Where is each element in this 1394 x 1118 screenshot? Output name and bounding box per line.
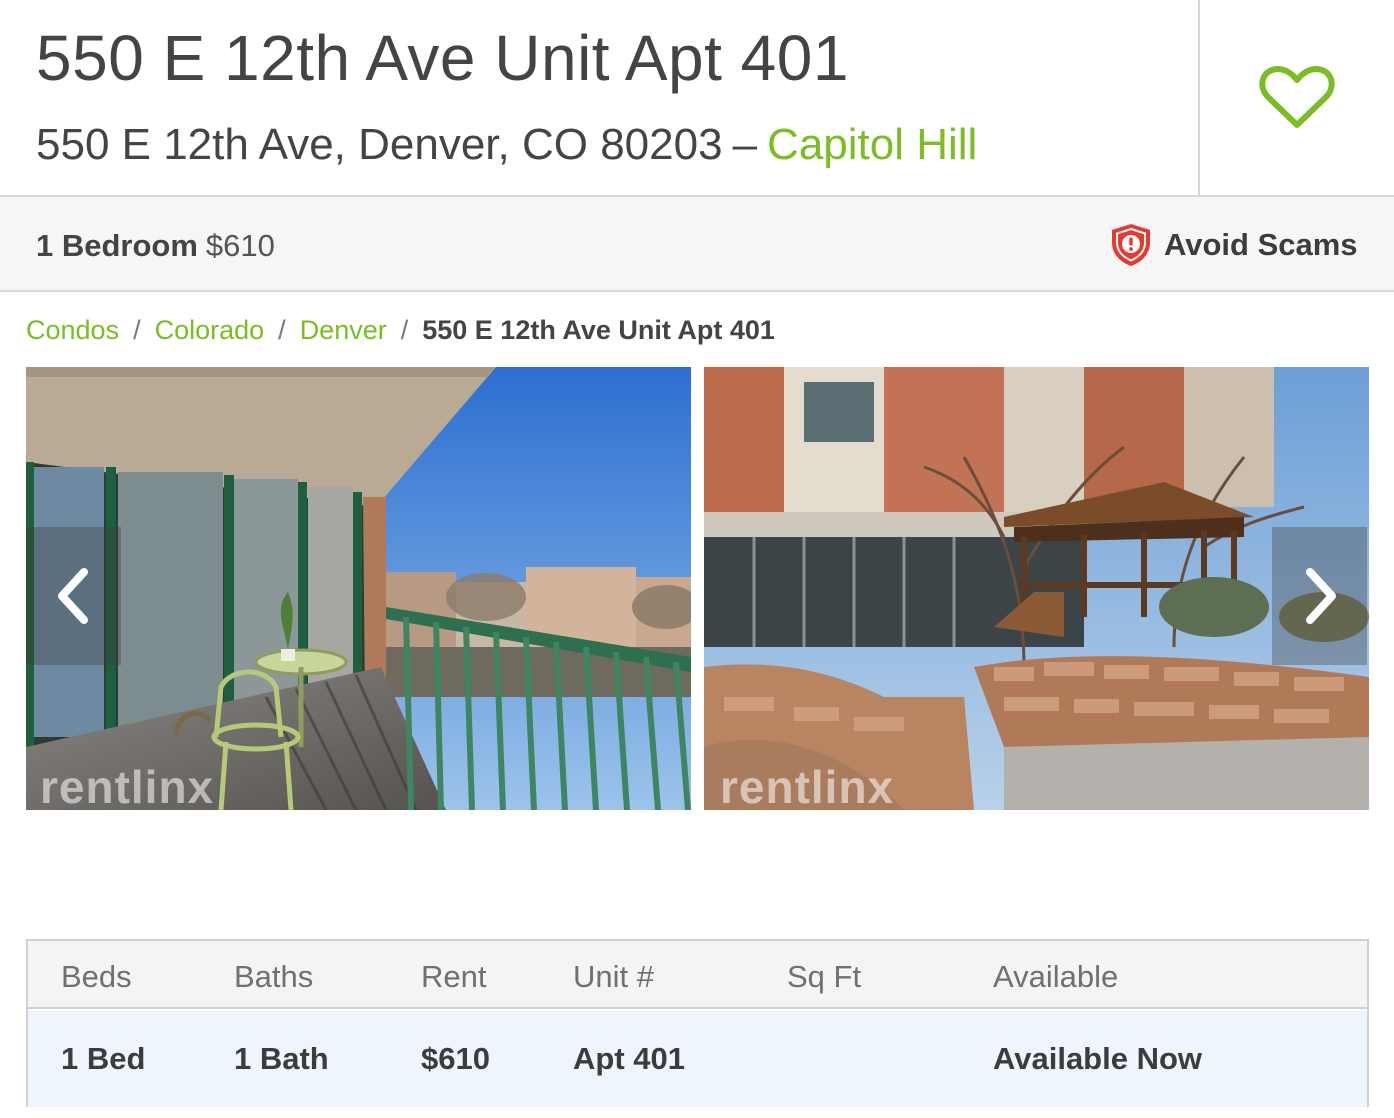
- summary-info: 1 Bedroom $610: [36, 227, 275, 265]
- cell-baths: 1 Bath: [234, 1041, 329, 1076]
- gallery-photo-courtyard[interactable]: rentlinx: [704, 367, 1369, 810]
- neighborhood-link[interactable]: Capitol Hill: [767, 120, 977, 169]
- gallery-photo-balcony[interactable]: rentlinx: [26, 367, 691, 810]
- avoid-scams-link[interactable]: Avoid Scams: [1108, 221, 1358, 269]
- table-header: Beds Baths Rent Unit # Sq Ft Available: [28, 941, 1367, 1009]
- header-rent: Rent: [421, 959, 487, 994]
- summary-bar: 1 Bedroom $610 Avoid Scams: [0, 197, 1394, 292]
- cell-available: Available Now: [993, 1041, 1203, 1076]
- breadcrumb-separator: /: [400, 315, 409, 345]
- page-title: 550 E 12th Ave Unit Apt 401: [36, 22, 849, 94]
- courtyard-photo-image: [704, 367, 1369, 810]
- header-baths: Baths: [234, 959, 314, 994]
- heart-icon: [1259, 66, 1335, 128]
- balcony-photo-image: [26, 367, 691, 810]
- gallery-prev-button[interactable]: [26, 527, 121, 665]
- listing-header: 550 E 12th Ave Unit Apt 401 550 E 12th A…: [0, 0, 1394, 197]
- photo-watermark: rentlinx: [720, 761, 895, 810]
- breadcrumb-separator: /: [278, 315, 286, 345]
- breadcrumb-current: 550 E 12th Ave Unit Apt 401: [422, 315, 775, 345]
- street-address: 550 E 12th Ave, Denver, CO 80203: [36, 120, 723, 169]
- shield-alert-icon: [1112, 224, 1150, 266]
- listing-address: 550 E 12th Ave, Denver, CO 80203– Capitol…: [36, 118, 977, 172]
- favorite-button[interactable]: [1200, 0, 1394, 196]
- breadcrumb: Condos / Colorado / Denver / 550 E 12th Ave Un…: [26, 312, 775, 348]
- breadcrumb-colorado[interactable]: Colorado: [155, 315, 265, 345]
- avoid-scams-label: Avoid Scams: [1164, 227, 1358, 262]
- cell-beds: 1 Bed: [61, 1041, 146, 1076]
- table-row[interactable]: 1 Bed 1 Bath $610 Apt 401 Available Now: [28, 1011, 1367, 1107]
- header-beds: Beds: [61, 959, 132, 994]
- breadcrumb-condos[interactable]: Condos: [26, 315, 119, 345]
- gallery-next-button[interactable]: [1272, 527, 1367, 665]
- chevron-right-icon: [1305, 568, 1336, 624]
- units-table: Beds Baths Rent Unit # Sq Ft Available 1…: [26, 939, 1369, 1107]
- chevron-left-icon: [57, 568, 88, 624]
- header-available: Available: [993, 959, 1119, 994]
- header-unit: Unit #: [573, 959, 654, 994]
- cell-rent: $610: [421, 1041, 490, 1076]
- photo-watermark: rentlinx: [40, 761, 215, 810]
- cell-unit: Apt 401: [573, 1041, 685, 1076]
- header-sqft: Sq Ft: [787, 959, 862, 994]
- breadcrumb-denver[interactable]: Denver: [300, 315, 387, 345]
- address-separator: –: [732, 120, 758, 169]
- bedroom-count: 1 Bedroom: [36, 228, 198, 263]
- breadcrumb-separator: /: [133, 315, 141, 345]
- summary-price: $610: [205, 228, 275, 263]
